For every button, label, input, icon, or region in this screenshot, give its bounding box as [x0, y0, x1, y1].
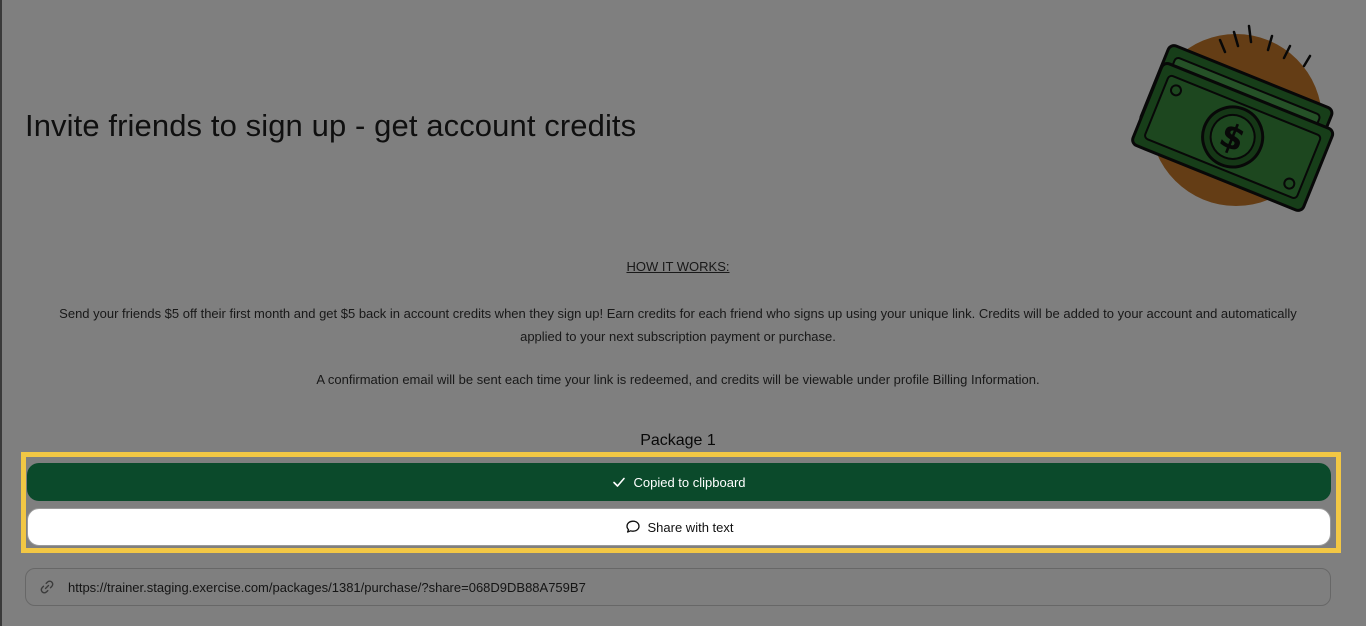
share-with-text-button[interactable]: Share with text	[27, 508, 1331, 546]
package-title: Package 1	[640, 432, 716, 449]
link-icon	[40, 580, 54, 594]
window-border	[0, 0, 2, 626]
checkmark-icon	[613, 477, 626, 487]
page-title: Invite friends to sign up - get account …	[25, 108, 637, 143]
confirmation-note: A confirmation email will be sent each t…	[316, 372, 1040, 387]
share-link-text: https://trainer.staging.exercise.com/pac…	[68, 579, 586, 595]
chat-bubble-icon	[625, 520, 640, 533]
share-button-label: Share with text	[647, 519, 734, 535]
dollar-bills-icon: $	[1131, 24, 1335, 212]
share-link-field[interactable]: https://trainer.staging.exercise.com/pac…	[25, 568, 1331, 606]
how-it-works-description: Send your friends $5 off their first mon…	[59, 306, 1297, 344]
how-it-works-heading: HOW IT WORKS:	[626, 259, 730, 274]
copied-button-label: Copied to clipboard	[633, 474, 746, 490]
copied-to-clipboard-button[interactable]: Copied to clipboard	[27, 463, 1331, 501]
referral-page: Invite friends to sign up - get account …	[0, 0, 1366, 626]
